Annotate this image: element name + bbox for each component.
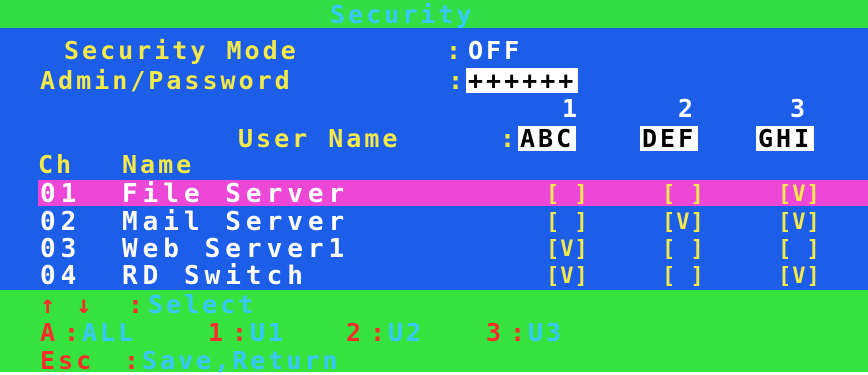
- help-key-1: 1: [208, 318, 227, 347]
- help-key-esc: Esc: [40, 346, 95, 375]
- channel-number: 04: [40, 261, 82, 291]
- channel-number: 02: [40, 207, 82, 237]
- help-action-u1: U1: [250, 318, 287, 347]
- admin-password-label: Admin/Password: [40, 66, 293, 95]
- help-colon: :: [128, 290, 147, 319]
- user-column-1-header: 1: [562, 94, 581, 123]
- channel-name: File Server: [122, 179, 350, 209]
- channel-name: RD Switch: [122, 261, 308, 291]
- user3-access-checkbox[interactable]: [V]: [778, 182, 821, 207]
- security-mode-colon: :: [446, 36, 465, 65]
- user1-access-checkbox[interactable]: [ ]: [546, 210, 589, 235]
- user-name-1-field[interactable]: ABC: [518, 126, 577, 151]
- security-mode-value[interactable]: OFF: [468, 38, 522, 63]
- security-mode-label: Security Mode: [64, 36, 299, 65]
- up-down-arrows-icon: ↑ ↓: [40, 290, 95, 319]
- user2-access-checkbox[interactable]: [ ]: [662, 182, 705, 207]
- user2-access-checkbox[interactable]: [V]: [662, 210, 705, 235]
- help-colon: :: [124, 346, 143, 375]
- name-column-header: Name: [122, 150, 195, 179]
- user1-access-checkbox[interactable]: [V]: [546, 264, 589, 289]
- user2-access-checkbox[interactable]: [ ]: [662, 264, 705, 289]
- help-colon: :: [510, 318, 529, 347]
- help-action-save-return: Save,Return: [142, 346, 341, 375]
- ch-column-header: Ch: [38, 150, 75, 179]
- help-action-u2: U2: [388, 318, 425, 347]
- user-name-3-field[interactable]: GHI: [756, 126, 815, 151]
- help-key-a: A: [40, 318, 59, 347]
- channel-name: Web Server1: [122, 234, 350, 264]
- channel-list: 01 File Server [ ] [ ] [V] 02 Mail Serve…: [0, 178, 868, 290]
- user-name-label: User Name: [238, 124, 401, 153]
- user1-access-checkbox[interactable]: [V]: [546, 237, 589, 262]
- user3-access-checkbox[interactable]: [ ]: [778, 237, 821, 262]
- channel-name: Mail Server: [122, 207, 350, 237]
- settings-panel: Security Mode : OFF Admin/Password : +++…: [0, 28, 868, 178]
- title-bar: Security: [0, 0, 868, 28]
- channel-number: 01: [40, 179, 82, 209]
- kvm-osd-screen: Security Security Mode : OFF Admin/Passw…: [0, 0, 868, 375]
- channel-number: 03: [40, 234, 82, 264]
- user-name-2-field[interactable]: DEF: [640, 126, 699, 151]
- help-action-select: Select: [148, 290, 257, 319]
- help-colon: :: [370, 318, 389, 347]
- help-action-all: ALL: [82, 318, 137, 347]
- admin-password-field[interactable]: ++++++: [466, 68, 579, 93]
- page-title: Security: [330, 0, 475, 29]
- help-colon: :: [64, 318, 83, 347]
- user-column-2-header: 2: [678, 94, 697, 123]
- user-name-colon: :: [500, 124, 519, 153]
- user-column-3-header: 3: [790, 94, 809, 123]
- help-footer: ↑ ↓ : Select A : ALL 1 : U1 2 : U2 3 : U…: [0, 290, 868, 375]
- user2-access-checkbox[interactable]: [ ]: [662, 237, 705, 262]
- help-key-3: 3: [486, 318, 505, 347]
- help-key-2: 2: [346, 318, 365, 347]
- admin-password-colon: :: [448, 66, 467, 95]
- help-action-u3: U3: [528, 318, 565, 347]
- help-colon: :: [232, 318, 251, 347]
- user1-access-checkbox[interactable]: [ ]: [546, 182, 589, 207]
- user3-access-checkbox[interactable]: [V]: [778, 210, 821, 235]
- user3-access-checkbox[interactable]: [V]: [778, 264, 821, 289]
